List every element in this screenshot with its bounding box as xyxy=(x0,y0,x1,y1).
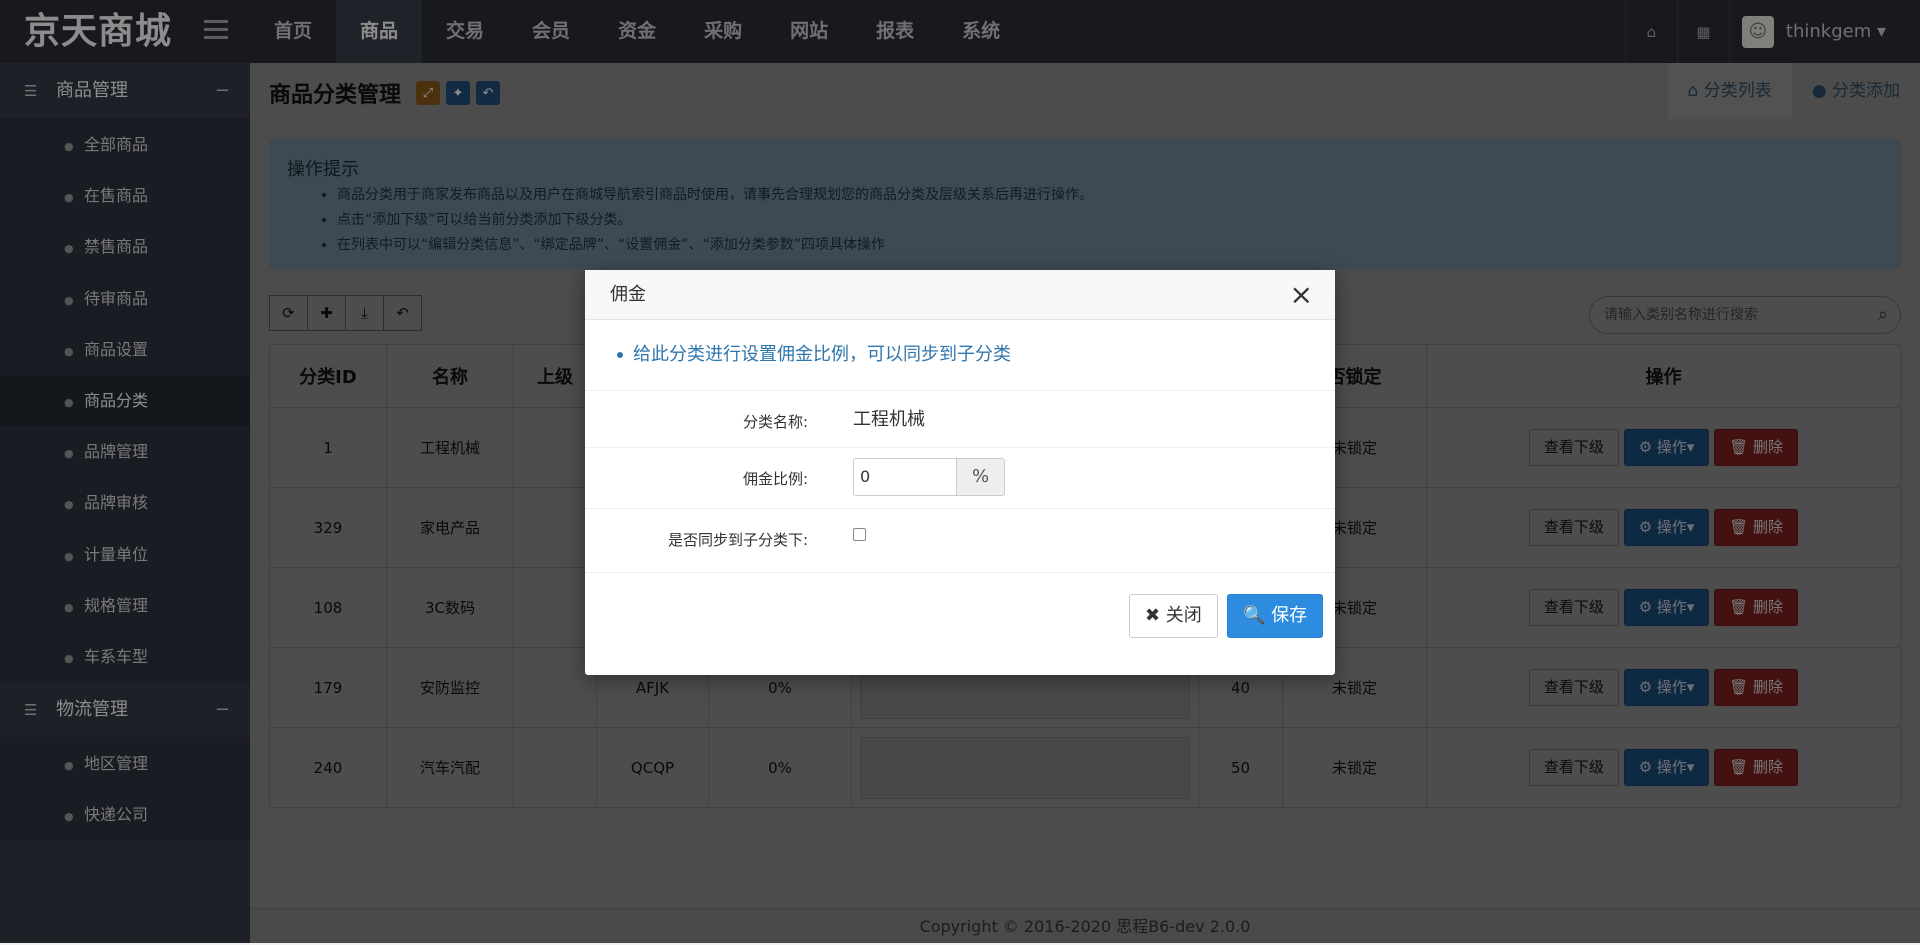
sync-children-label: 是否同步到子分类下: xyxy=(667,531,808,549)
dialog-title: 佣金 xyxy=(610,284,646,305)
category-name-label: 分类名称: xyxy=(742,413,808,431)
commission-dialog: 佣金 × 给此分类进行设置佣金比例，可以同步到子分类 分类名称: 工程机械 佣金… xyxy=(585,270,1335,675)
form-row-sync: 是否同步到子分类下: xyxy=(585,509,1335,573)
close-button[interactable]: ✖ 关闭 xyxy=(1129,594,1218,638)
dialog-note: 给此分类进行设置佣金比例，可以同步到子分类 xyxy=(585,320,1335,391)
form-row-name: 分类名称: 工程机械 xyxy=(585,391,1335,448)
dialog-footer: ✖ 关闭 🔍 保存 xyxy=(585,573,1335,675)
close-icon[interactable]: × xyxy=(1290,270,1313,320)
dialog-header: 佣金 × xyxy=(585,270,1335,320)
category-name-value: 工程机械 xyxy=(853,409,925,430)
commission-rate-label: 佣金比例: xyxy=(742,470,808,488)
commission-rate-input[interactable]: 0 xyxy=(853,458,957,496)
percent-addon: % xyxy=(957,458,1005,496)
save-button[interactable]: 🔍 保存 xyxy=(1227,594,1324,638)
sync-children-checkbox[interactable] xyxy=(853,528,866,541)
form-row-rate: 佣金比例: 0 % xyxy=(585,448,1335,509)
